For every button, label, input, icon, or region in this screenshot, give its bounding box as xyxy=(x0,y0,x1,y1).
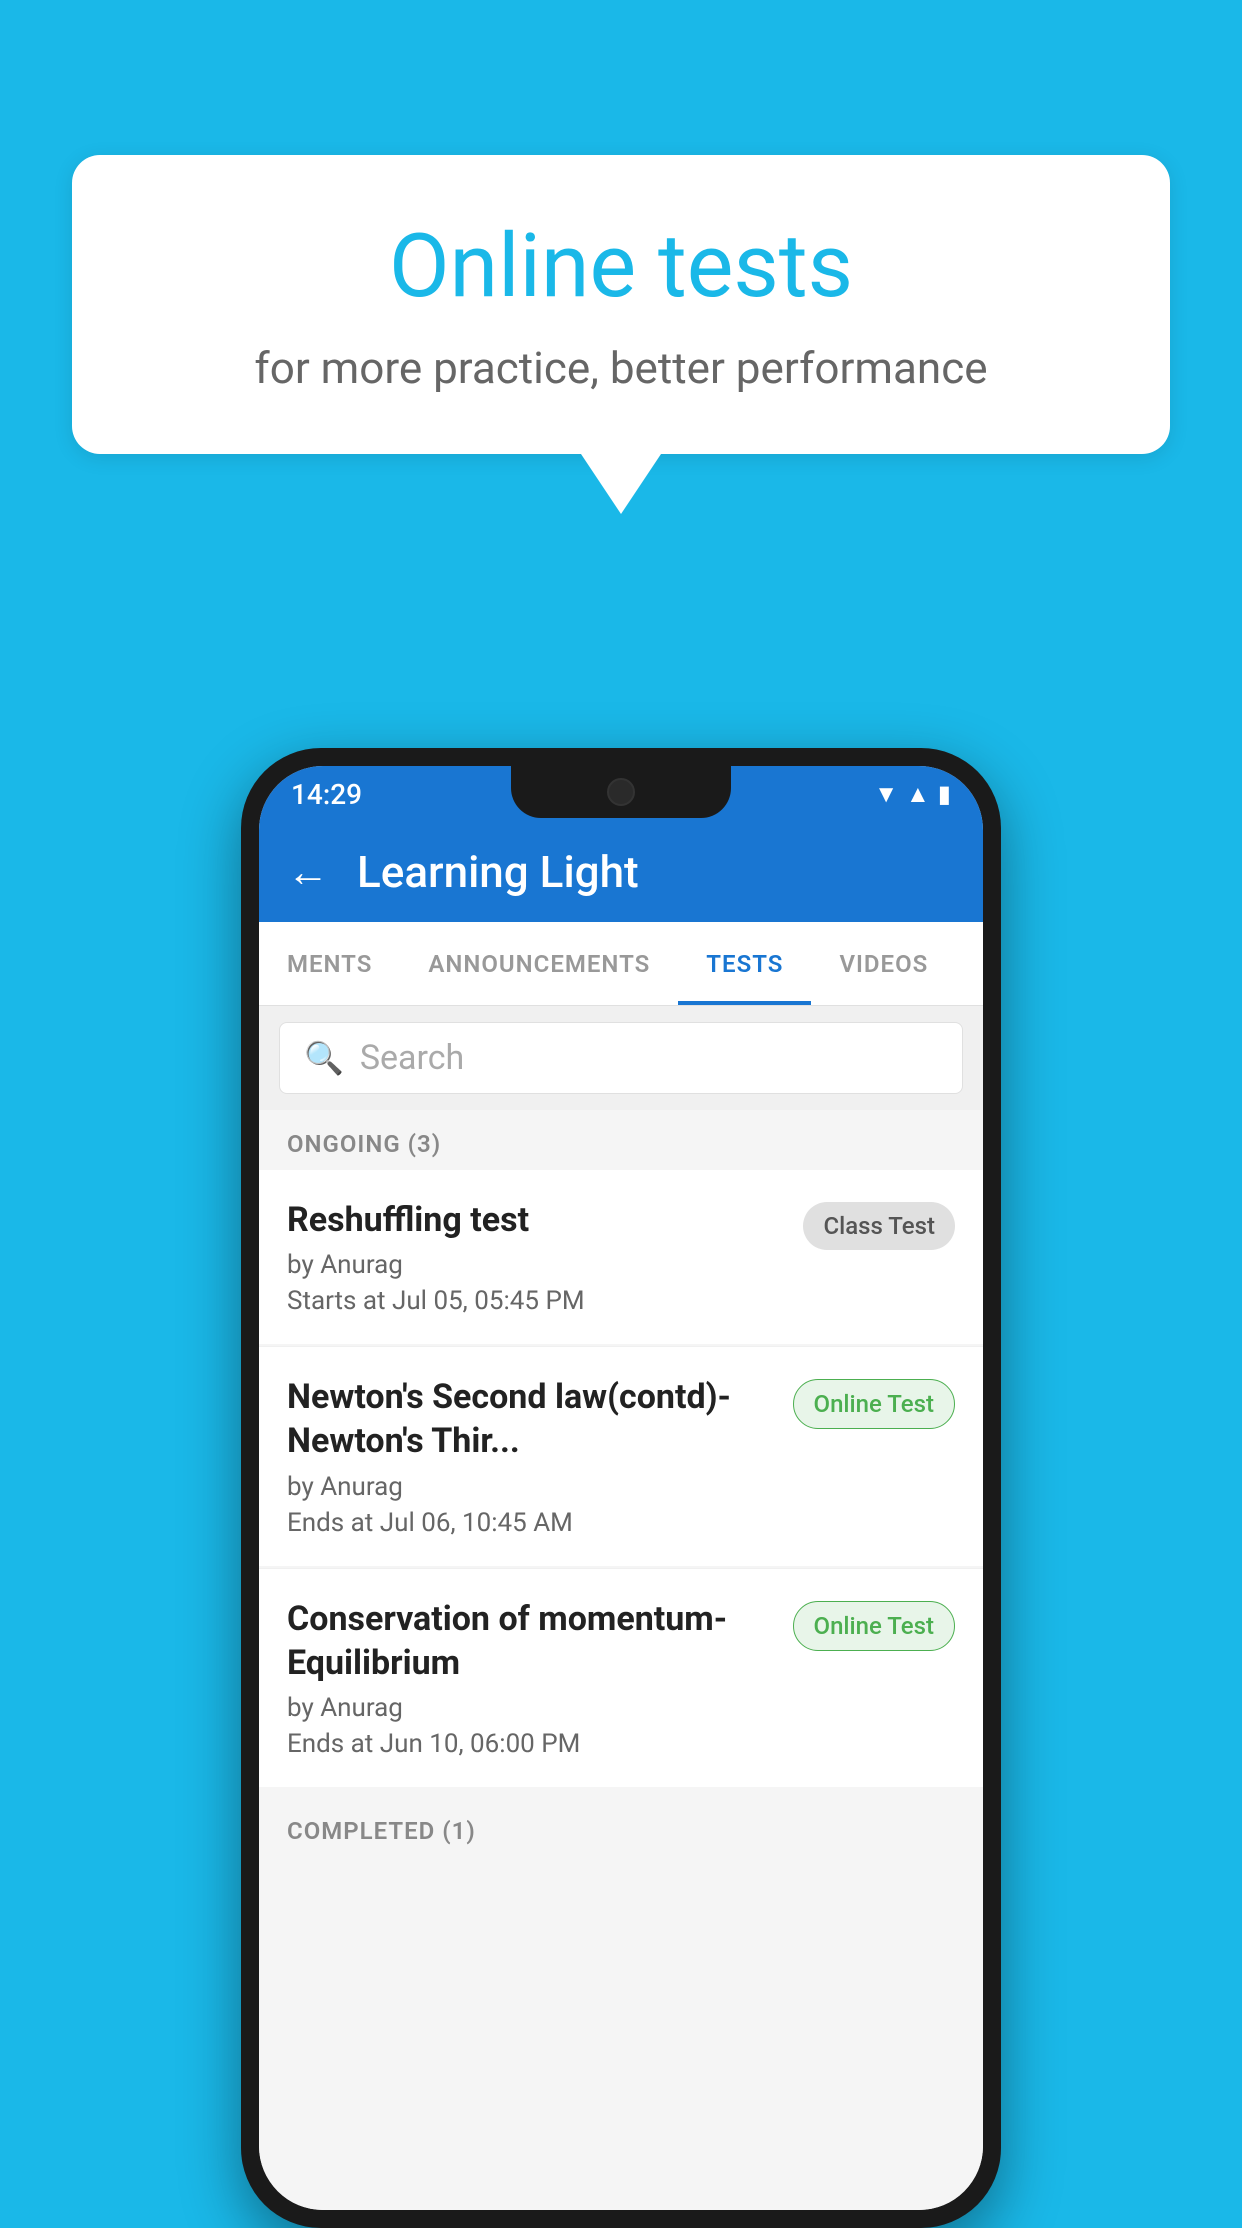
status-icons: ▼ ▲ ▮ xyxy=(874,780,951,809)
test-author-3: by Anurag xyxy=(287,1693,773,1723)
test-title-1: Reshuffling test xyxy=(287,1198,783,1242)
speech-bubble-container: Online tests for more practice, better p… xyxy=(72,155,1170,514)
section-divider xyxy=(259,1789,983,1797)
test-info-1: Reshuffling test by Anurag Starts at Jul… xyxy=(287,1198,783,1316)
signal-icon: ▲ xyxy=(906,780,930,809)
speech-bubble-tail xyxy=(581,454,661,514)
test-title-2: Newton's Second law(contd)-Newton's Thir… xyxy=(287,1375,773,1463)
test-title-3: Conservation of momentum-Equilibrium xyxy=(287,1597,773,1685)
tabs-bar: MENTS ANNOUNCEMENTS TESTS VIDEOS xyxy=(259,922,983,1006)
test-item-2[interactable]: Newton's Second law(contd)-Newton's Thir… xyxy=(259,1347,983,1565)
phone-frame: 14:29 ▼ ▲ ▮ ← Learning Light MENTS ANNOU… xyxy=(241,748,1001,2228)
wifi-icon: ▼ xyxy=(874,780,898,809)
phone-screen: 14:29 ▼ ▲ ▮ ← Learning Light MENTS ANNOU… xyxy=(259,766,983,2210)
speech-bubble-title: Online tests xyxy=(152,215,1090,318)
test-badge-1: Class Test xyxy=(803,1202,955,1250)
test-author-2: by Anurag xyxy=(287,1472,773,1502)
app-bar: ← Learning Light xyxy=(259,822,983,922)
test-author-1: by Anurag xyxy=(287,1250,783,1280)
battery-icon: ▮ xyxy=(938,780,951,808)
ongoing-section-header: ONGOING (3) xyxy=(259,1110,983,1170)
test-info-3: Conservation of momentum-Equilibrium by … xyxy=(287,1597,773,1759)
search-placeholder: Search xyxy=(360,1038,464,1078)
speech-bubble: Online tests for more practice, better p… xyxy=(72,155,1170,454)
phone-camera xyxy=(607,778,635,806)
app-bar-title: Learning Light xyxy=(357,846,639,898)
test-item-1[interactable]: Reshuffling test by Anurag Starts at Jul… xyxy=(259,1170,983,1344)
tab-announcements[interactable]: ANNOUNCEMENTS xyxy=(400,922,678,1005)
speech-bubble-subtitle: for more practice, better performance xyxy=(152,342,1090,394)
completed-section-header: COMPLETED (1) xyxy=(259,1797,983,1857)
search-box[interactable]: 🔍 Search xyxy=(279,1022,963,1094)
tab-videos[interactable]: VIDEOS xyxy=(811,922,956,1005)
test-date-2: Ends at Jul 06, 10:45 AM xyxy=(287,1508,773,1538)
test-item-3[interactable]: Conservation of momentum-Equilibrium by … xyxy=(259,1569,983,1787)
tab-ments[interactable]: MENTS xyxy=(259,922,400,1005)
test-badge-3: Online Test xyxy=(793,1601,955,1651)
test-badge-2: Online Test xyxy=(793,1379,955,1429)
test-date-3: Ends at Jun 10, 06:00 PM xyxy=(287,1729,773,1759)
search-container: 🔍 Search xyxy=(259,1006,983,1110)
search-icon: 🔍 xyxy=(304,1039,344,1077)
phone-notch xyxy=(511,766,731,818)
test-info-2: Newton's Second law(contd)-Newton's Thir… xyxy=(287,1375,773,1537)
test-date-1: Starts at Jul 05, 05:45 PM xyxy=(287,1286,783,1316)
status-time: 14:29 xyxy=(291,778,362,811)
tab-tests[interactable]: TESTS xyxy=(678,922,811,1005)
content-area: ONGOING (3) Reshuffling test by Anurag S… xyxy=(259,1110,983,2210)
back-button[interactable]: ← xyxy=(287,848,329,897)
